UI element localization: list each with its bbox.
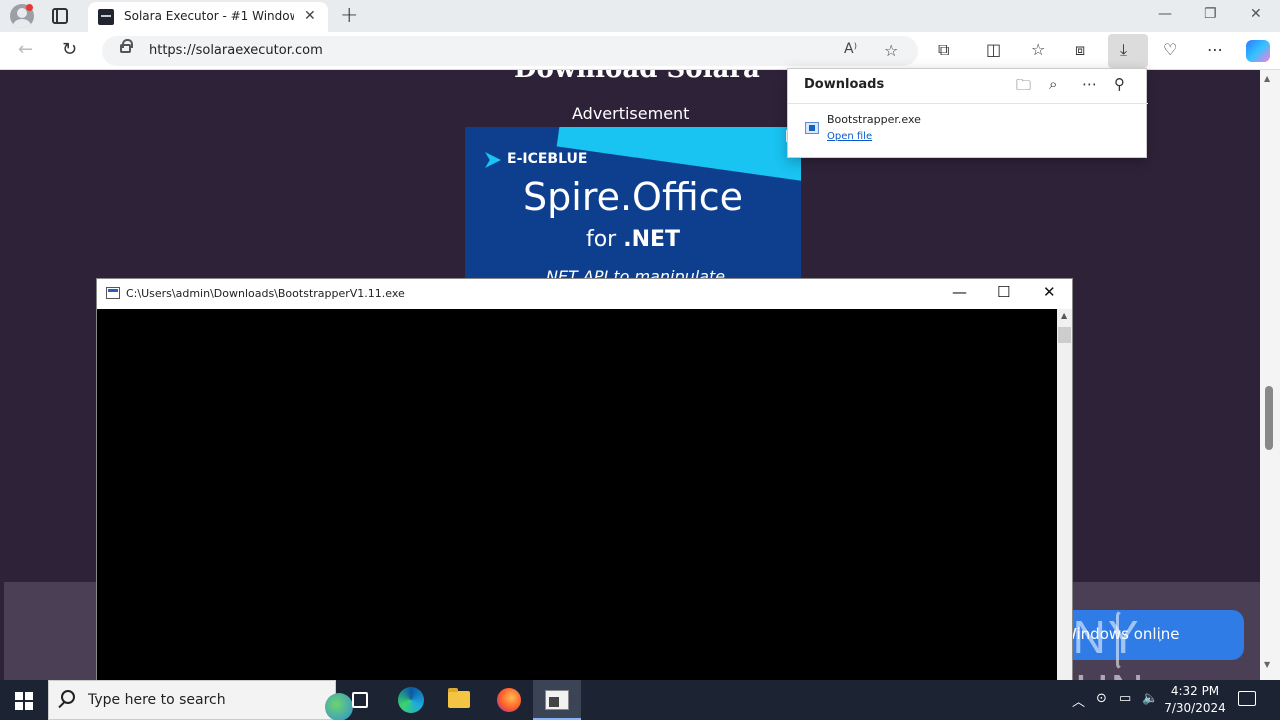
tab-solara[interactable]: Solara Executor - #1 Windows Ex ✕ bbox=[88, 2, 328, 32]
taskbar-search-box[interactable]: Type here to search bbox=[48, 680, 353, 720]
console-output[interactable] bbox=[97, 309, 1057, 681]
solara-favicon-icon bbox=[98, 9, 114, 25]
extensions-icon[interactable]: ⧉ bbox=[938, 40, 949, 60]
ad-subtitle: for .NET bbox=[465, 227, 801, 252]
page-heading: Download Solara bbox=[514, 70, 760, 84]
download-icon[interactable]: ⤓ bbox=[1120, 40, 1127, 60]
browser-restore-button[interactable]: ❐ bbox=[1204, 6, 1217, 22]
scroll-up-icon[interactable]: ▲ bbox=[1264, 74, 1270, 83]
tray-device-icon[interactable]: ⊙ bbox=[1096, 691, 1107, 706]
ad-product: Spire.Office bbox=[523, 175, 743, 219]
console-title-bar[interactable]: C:\Users\admin\Downloads\BootstrapperV1.… bbox=[97, 279, 1072, 309]
lock-icon[interactable] bbox=[120, 39, 133, 53]
ad-sub-bold: .NET bbox=[623, 227, 681, 252]
downloads-title: Downloads bbox=[804, 77, 885, 92]
url-bar[interactable]: https://solaraexecutor.com A⁾ ☆ bbox=[102, 36, 918, 66]
file-explorer-icon bbox=[448, 688, 470, 708]
page-scrollbar[interactable]: ▲ ▼ bbox=[1260, 70, 1280, 680]
profile-notification-dot bbox=[26, 4, 33, 11]
search-icon bbox=[61, 690, 75, 704]
network-icon[interactable]: ▭ bbox=[1119, 691, 1131, 706]
browser-close-button[interactable]: ✕ bbox=[1250, 6, 1262, 22]
console-taskbar-icon bbox=[545, 690, 569, 710]
console-window: C:\Users\admin\Downloads\BootstrapperV1.… bbox=[96, 278, 1073, 681]
search-placeholder[interactable]: Type here to search bbox=[88, 692, 226, 708]
refresh-icon[interactable]: ↻ bbox=[62, 39, 77, 60]
console-title: C:\Users\admin\Downloads\BootstrapperV1.… bbox=[126, 287, 405, 300]
volume-icon[interactable]: 🔈 bbox=[1142, 691, 1158, 706]
scrollbar-thumb[interactable] bbox=[1265, 386, 1273, 450]
console-app-icon bbox=[106, 287, 120, 299]
more-options-icon[interactable]: ⋯ bbox=[1207, 40, 1223, 59]
downloads-button-active[interactable] bbox=[1108, 34, 1148, 68]
tab-close-button[interactable]: ✕ bbox=[304, 8, 316, 24]
exe-file-icon bbox=[805, 122, 819, 134]
tab-bar: Solara Executor - #1 Windows Ex ✕ + — ❐ … bbox=[0, 0, 1280, 32]
console-maximize-button[interactable]: ☐ bbox=[997, 283, 1010, 301]
collections-icon[interactable]: ⧈ bbox=[1075, 40, 1085, 60]
favorite-star-icon[interactable]: ☆ bbox=[884, 41, 898, 60]
read-aloud-icon[interactable]: A⁾ bbox=[844, 41, 857, 57]
taskbar: Type here to search ︿ ⊙ ▭ 🔈 4:32 PM 7/30… bbox=[0, 680, 1280, 720]
start-tile bbox=[15, 702, 23, 710]
ad-sub-prefix: for bbox=[585, 227, 617, 252]
windows-start-icon[interactable] bbox=[15, 692, 33, 710]
open-file-link[interactable]: Open file bbox=[827, 131, 872, 142]
split-screen-icon[interactable]: ◫ bbox=[986, 40, 1001, 59]
copilot-icon[interactable] bbox=[1246, 40, 1270, 62]
edge-icon bbox=[398, 687, 424, 713]
console-scroll-thumb[interactable] bbox=[1058, 327, 1071, 343]
pin-icon[interactable]: ⚲ bbox=[1114, 75, 1125, 93]
url-text[interactable]: https://solaraexecutor.com bbox=[149, 43, 323, 58]
firefox-icon bbox=[497, 688, 521, 712]
console-close-button[interactable]: ✕ bbox=[1043, 283, 1056, 301]
start-tile bbox=[25, 702, 33, 710]
open-folder-icon[interactable]: 🗀 bbox=[1016, 75, 1031, 100]
clock-date: 7/30/2024 bbox=[1164, 701, 1226, 715]
tray-chevron-icon[interactable]: ︿ bbox=[1072, 691, 1085, 710]
console-scroll-up-icon[interactable]: ▲ bbox=[1061, 311, 1067, 320]
downloads-more-icon[interactable]: ⋯ bbox=[1082, 75, 1097, 93]
console-scrollbar[interactable]: ▲ bbox=[1057, 309, 1072, 681]
download-file-name[interactable]: Bootstrapper.exe bbox=[827, 113, 921, 126]
advertisement-label: Advertisement bbox=[572, 104, 690, 123]
ad-brand: E-ICEBLUE bbox=[507, 151, 588, 167]
task-view-icon bbox=[352, 692, 368, 708]
search-downloads-icon[interactable]: ⌕ bbox=[1049, 75, 1057, 93]
taskbar-clock[interactable]: 4:32 PM 7/30/2024 bbox=[1160, 683, 1230, 717]
browser-essentials-icon[interactable]: ♡ bbox=[1163, 40, 1177, 59]
tab-actions-icon[interactable] bbox=[52, 8, 68, 24]
start-tile bbox=[25, 692, 33, 700]
downloads-divider bbox=[788, 103, 1148, 104]
task-view-button[interactable] bbox=[340, 680, 388, 720]
tab-title: Solara Executor - #1 Windows Ex bbox=[124, 9, 294, 23]
notifications-icon[interactable] bbox=[1238, 691, 1256, 706]
clock-time: 4:32 PM bbox=[1170, 684, 1220, 698]
scroll-down-icon[interactable]: ▼ bbox=[1264, 660, 1270, 669]
favorites-icon[interactable]: ☆ bbox=[1031, 40, 1045, 59]
browser-minimize-button[interactable]: — bbox=[1158, 6, 1172, 22]
eiceblue-logo-icon bbox=[485, 152, 501, 168]
back-arrow-icon[interactable]: ← bbox=[18, 39, 33, 60]
start-tile bbox=[15, 692, 23, 700]
new-tab-button[interactable]: + bbox=[340, 3, 358, 28]
address-toolbar: ← ↻ https://solaraexecutor.com A⁾ ☆ ⧉ ◫ … bbox=[0, 32, 1280, 70]
downloads-panel: Downloads 🗀 ⌕ ⋯ ⚲ Bootstrapper.exe Open … bbox=[787, 68, 1148, 158]
console-minimize-button[interactable]: — bbox=[952, 283, 967, 301]
